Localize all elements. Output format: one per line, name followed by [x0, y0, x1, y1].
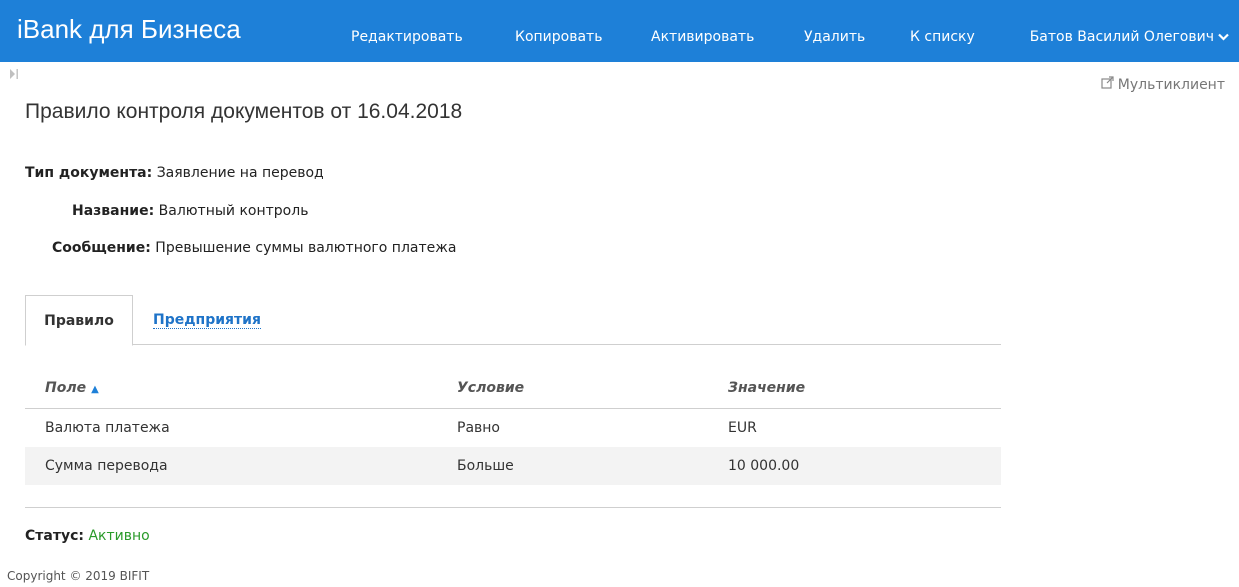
cell-condition: Больше — [457, 458, 514, 474]
cell-value: EUR — [728, 420, 757, 436]
message-label: Сообщение: — [52, 240, 151, 256]
cell-condition: Равно — [457, 420, 500, 436]
table-header: Поле ▲ Условие Значение — [25, 372, 1001, 409]
user-name: Батов Василий Олегович — [1029, 29, 1214, 45]
activate-button[interactable]: Активировать — [651, 29, 754, 45]
app-brand[interactable]: iBank для Бизнеса — [17, 14, 241, 45]
back-to-list-button[interactable]: К списку — [910, 29, 975, 45]
column-header-field[interactable]: Поле ▲ — [45, 380, 99, 396]
multiclient-label: Мультиклиент — [1117, 77, 1225, 93]
document-type-label: Тип документа: — [25, 165, 153, 181]
cell-field: Валюта платежа — [45, 420, 170, 436]
cell-field: Сумма перевода — [45, 458, 168, 474]
user-menu[interactable]: Батов Василий Олегович — [1030, 29, 1229, 45]
external-link-icon — [1101, 76, 1114, 93]
message-value: Превышение суммы валютного платежа — [155, 240, 457, 256]
tab-bar-divider — [25, 344, 1001, 345]
rule-name-field: Название: Валютный контроль — [72, 203, 308, 219]
document-type-field: Тип документа: Заявление на перевод — [25, 165, 324, 181]
table-row[interactable]: Валюта платежа Равно EUR — [25, 409, 1001, 447]
copy-button[interactable]: Копировать — [515, 29, 602, 45]
page-title: Правило контроля документов от 16.04.201… — [25, 100, 463, 123]
top-navigation-bar: iBank для Бизнеса Редактировать Копирова… — [0, 0, 1239, 62]
status-badge: Активно — [88, 528, 150, 544]
document-type-value: Заявление на перевод — [156, 165, 324, 181]
rule-name-value: Валютный контроль — [158, 203, 309, 219]
tab-rule[interactable]: Правило — [25, 295, 133, 346]
collapse-sidebar-icon[interactable] — [9, 68, 19, 83]
delete-button[interactable]: Удалить — [804, 29, 865, 45]
tab-enterprises[interactable]: Предприятия — [153, 312, 261, 329]
tab-bar: Правило Предприятия — [25, 295, 1001, 346]
conditions-table: Поле ▲ Условие Значение Валюта платежа Ра… — [25, 372, 1001, 485]
sort-ascending-icon: ▲ — [91, 384, 99, 395]
multiclient-link[interactable]: Мультиклиент — [1101, 76, 1225, 93]
cell-value: 10 000.00 — [728, 458, 800, 474]
rule-name-label: Название: — [72, 203, 155, 219]
copyright-text: Copyright © 2019 BIFIT — [7, 569, 150, 583]
status-label: Статус: — [25, 528, 84, 544]
column-header-value[interactable]: Значение — [728, 380, 805, 396]
table-row[interactable]: Сумма перевода Больше 10 000.00 — [25, 447, 1001, 485]
edit-button[interactable]: Редактировать — [351, 29, 463, 45]
message-field: Сообщение: Превышение суммы валютного пл… — [52, 240, 456, 256]
chevron-down-icon — [1218, 29, 1229, 45]
column-header-condition[interactable]: Условие — [457, 380, 524, 396]
status-field: Статус: Активно — [25, 528, 150, 544]
table-bottom-divider — [25, 507, 1001, 508]
